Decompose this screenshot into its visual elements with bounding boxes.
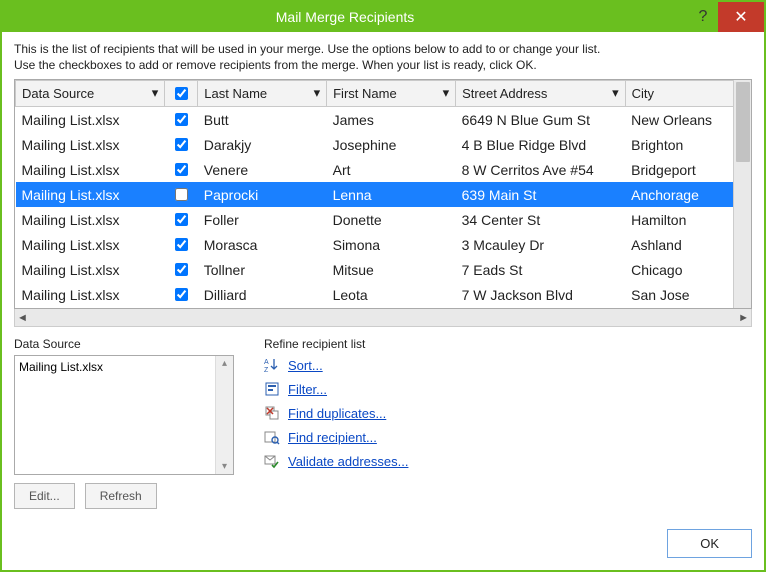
edit-button[interactable]: Edit...	[14, 483, 75, 509]
cell-data-source: Mailing List.xlsx	[16, 257, 165, 282]
dropdown-icon[interactable]: ▾	[314, 85, 321, 101]
cell-first-name: Lenna	[327, 182, 456, 207]
cell-last-name: Paprocki	[198, 182, 327, 207]
find-duplicates-link[interactable]: Find duplicates...	[288, 406, 386, 421]
cell-street-address: 639 Main St	[456, 182, 626, 207]
col-last-name[interactable]: Last Name ▾	[198, 81, 327, 107]
refine-label: Refine recipient list	[264, 337, 408, 351]
col-first-name[interactable]: First Name ▾	[327, 81, 456, 107]
select-all-checkbox[interactable]	[175, 87, 188, 100]
find-recipient-link[interactable]: Find recipient...	[288, 430, 377, 445]
ok-button[interactable]: OK	[667, 529, 752, 558]
cell-data-source: Mailing List.xlsx	[16, 107, 165, 133]
window-title: Mail Merge Recipients	[2, 9, 688, 25]
sort-link[interactable]: Sort...	[288, 358, 323, 373]
scroll-left-icon[interactable]: ◄	[17, 312, 28, 324]
cell-last-name: Foller	[198, 207, 327, 232]
cell-street-address: 8 W Cerritos Ave #54	[456, 157, 626, 182]
cell-data-source: Mailing List.xlsx	[16, 132, 165, 157]
cell-street-address: 7 W Jackson Blvd	[456, 282, 626, 307]
table-row[interactable]: Mailing List.xlsx FollerDonette34 Center …	[16, 207, 753, 232]
cell-last-name: Darakjy	[198, 132, 327, 157]
table-row[interactable]: Mailing List.xlsx DarakjyJosephine4 B Blu…	[16, 132, 753, 157]
cell-first-name: Art	[327, 157, 456, 182]
close-button[interactable]: ✕	[718, 2, 764, 32]
cell-first-name: James	[327, 107, 456, 133]
help-button[interactable]: ?	[688, 2, 718, 32]
find-recipient-icon	[264, 429, 280, 445]
table-row[interactable]: Mailing List.xlsxTollnerMitsue7 Eads StC…	[16, 257, 753, 282]
instructions-text: This is the list of recipients that will…	[14, 42, 752, 73]
dropdown-icon[interactable]: ▾	[152, 85, 159, 101]
instructions-line1: This is the list of recipients that will…	[14, 42, 600, 56]
cell-last-name: Tollner	[198, 257, 327, 282]
cell-first-name: Mitsue	[327, 257, 456, 282]
filter-icon	[264, 381, 280, 397]
data-source-label: Data Source	[14, 337, 234, 351]
row-checkbox[interactable]	[175, 213, 188, 226]
scroll-down-icon[interactable]: ▾	[222, 461, 227, 472]
cell-first-name: Donette	[327, 207, 456, 232]
filter-link[interactable]: Filter...	[288, 382, 327, 397]
table-row[interactable]: Mailing List.xlsx DilliardLeota7 W Jackso…	[16, 282, 753, 307]
scrollbar-thumb[interactable]	[736, 82, 750, 162]
row-checkbox[interactable]	[175, 138, 188, 151]
dialog-window: Mail Merge Recipients ? ✕ This is the li…	[0, 0, 766, 572]
row-checkbox[interactable]	[175, 113, 188, 126]
vertical-scrollbar[interactable]	[733, 80, 751, 308]
cell-last-name: Morasca	[198, 232, 327, 257]
data-source-item[interactable]: Mailing List.xlsx	[19, 360, 229, 374]
cell-last-name: Venere	[198, 157, 327, 182]
dropdown-icon[interactable]: ▾	[612, 85, 619, 101]
scroll-right-icon[interactable]: ►	[738, 312, 749, 324]
svg-text:Z: Z	[264, 367, 269, 373]
listbox-scrollbar[interactable]: ▴ ▾	[215, 356, 233, 474]
cell-first-name: Josephine	[327, 132, 456, 157]
row-checkbox[interactable]	[175, 188, 188, 201]
dropdown-icon[interactable]: ▾	[443, 85, 450, 101]
cell-last-name: Butt	[198, 107, 327, 133]
cell-data-source: Mailing List.xlsx	[16, 157, 165, 182]
col-data-source[interactable]: Data Source ▾	[16, 81, 165, 107]
row-checkbox[interactable]	[175, 288, 188, 301]
sort-icon: AZ	[264, 357, 280, 373]
validate-icon	[264, 453, 280, 469]
cell-street-address: 6649 N Blue Gum St	[456, 107, 626, 133]
validate-link[interactable]: Validate addresses...	[288, 454, 408, 469]
refresh-button[interactable]: Refresh	[85, 483, 157, 509]
cell-first-name: Simona	[327, 232, 456, 257]
cell-data-source: Mailing List.xlsx	[16, 282, 165, 307]
table-row[interactable]: Mailing List.xlsx ButtJames6649 N Blue Gu…	[16, 107, 753, 133]
col-checkbox[interactable]	[165, 81, 198, 107]
cell-street-address: 34 Center St	[456, 207, 626, 232]
table-row[interactable]: Mailing List.xlsx MorascaSimona3 Mcauley …	[16, 232, 753, 257]
cell-street-address: 7 Eads St	[456, 257, 626, 282]
col-street-address[interactable]: Street Address ▾	[456, 81, 626, 107]
table-row[interactable]: Mailing List.xlsx PaprockiLenna639 Main S…	[16, 182, 753, 207]
table-row[interactable]: Mailing List.xlsx VenereArt8 W Cerritos A…	[16, 157, 753, 182]
instructions-line2: Use the checkboxes to add or remove reci…	[14, 58, 537, 72]
svg-text:A: A	[264, 359, 269, 366]
cell-street-address: 3 Mcauley Dr	[456, 232, 626, 257]
scroll-up-icon[interactable]: ▴	[222, 358, 227, 369]
cell-data-source: Mailing List.xlsx	[16, 182, 165, 207]
recipients-grid: Data Source ▾ Last Name ▾ First Name	[14, 79, 752, 309]
cell-data-source: Mailing List.xlsx	[16, 207, 165, 232]
cell-data-source: Mailing List.xlsx	[16, 232, 165, 257]
row-checkbox[interactable]	[175, 238, 188, 251]
cell-last-name: Dilliard	[198, 282, 327, 307]
find-duplicates-icon	[264, 405, 280, 421]
row-checkbox[interactable]	[175, 163, 188, 176]
data-source-listbox[interactable]: Mailing List.xlsx ▴ ▾	[14, 355, 234, 475]
horizontal-scrollbar[interactable]: ◄ ►	[14, 309, 752, 327]
row-checkbox[interactable]	[175, 263, 188, 276]
cell-first-name: Leota	[327, 282, 456, 307]
titlebar: Mail Merge Recipients ? ✕	[2, 2, 764, 32]
cell-street-address: 4 B Blue Ridge Blvd	[456, 132, 626, 157]
